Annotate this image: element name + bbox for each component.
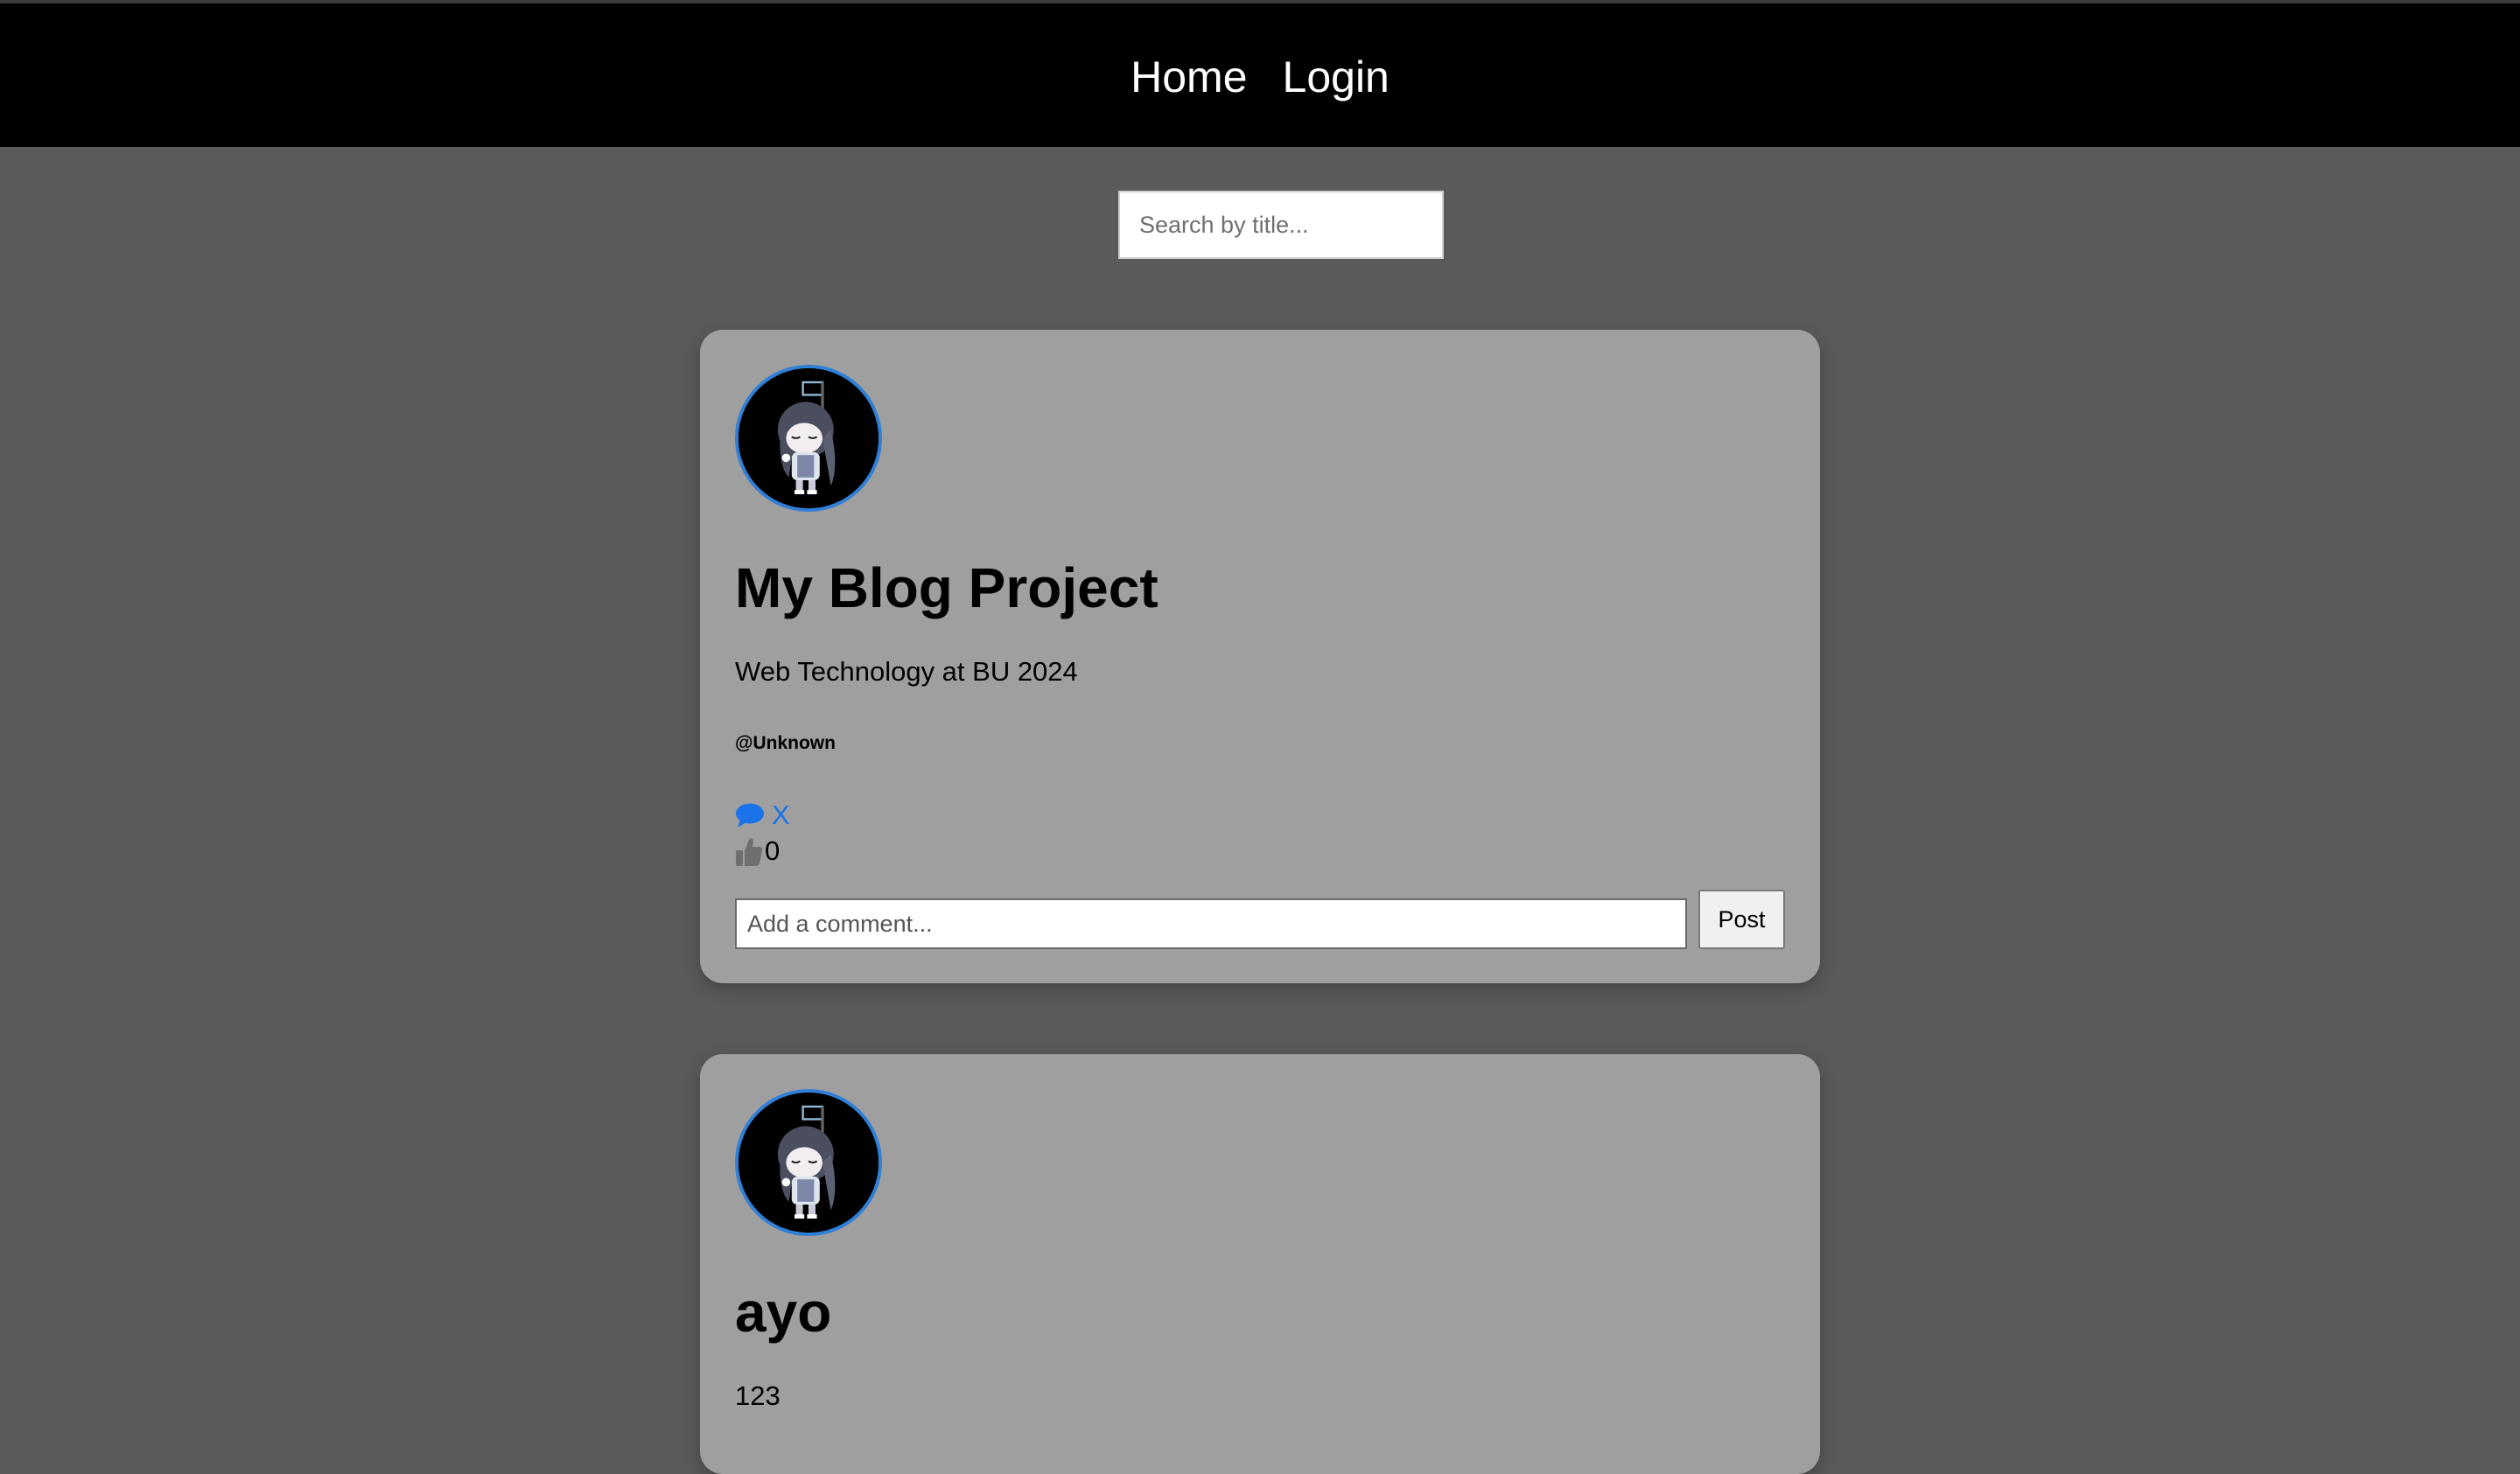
like-count: 0 <box>765 835 780 866</box>
like-row: 0 <box>735 835 780 867</box>
post-card: My Blog Project Web Technology at BU 202… <box>700 330 1820 983</box>
navbar: Home Login <box>0 7 2520 147</box>
thumbs-up-icon[interactable] <box>735 837 763 867</box>
comment-input[interactable] <box>735 898 1687 949</box>
post-title: ayo <box>735 1281 832 1344</box>
post-body: 123 <box>735 1380 780 1411</box>
post-comment-button[interactable]: Post <box>1698 890 1785 949</box>
comment-toggle-label: X <box>772 800 790 830</box>
anime-character-avatar-icon <box>738 368 878 508</box>
nav-login-link[interactable]: Login <box>1283 52 1390 102</box>
avatar <box>735 365 882 512</box>
comment-toggle-button[interactable]: X <box>735 800 790 831</box>
nav-home-link[interactable]: Home <box>1130 52 1247 102</box>
post-title: My Blog Project <box>735 556 1158 619</box>
top-border <box>0 0 2520 7</box>
post-card: ayo 123 <box>700 1054 1820 1474</box>
speech-bubble-icon <box>736 803 764 828</box>
avatar <box>735 1089 882 1236</box>
post-author: @Unknown <box>735 733 836 753</box>
search-input[interactable] <box>1118 191 1444 259</box>
search-container <box>1118 191 1444 259</box>
post-body: Web Technology at BU 2024 <box>735 656 1078 687</box>
anime-character-avatar-icon <box>738 1093 878 1233</box>
